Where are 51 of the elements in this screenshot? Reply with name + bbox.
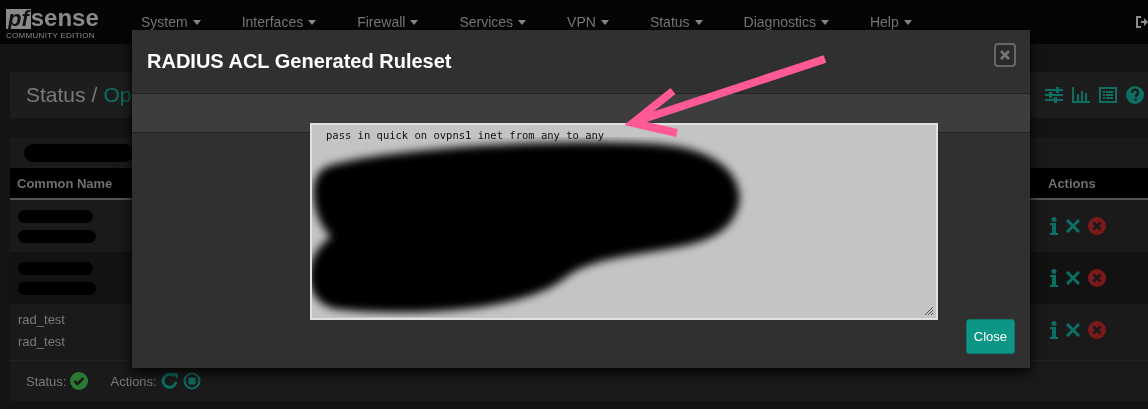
ruleset-text: pass in quick on ovpns1 inet from any to any bbox=[326, 129, 605, 141]
sliders-icon[interactable] bbox=[1045, 87, 1063, 103]
delete-icon[interactable] bbox=[1088, 217, 1106, 235]
logo-mark: pf bbox=[6, 8, 31, 29]
menu-item[interactable]: System bbox=[141, 14, 201, 30]
info-icon[interactable] bbox=[1050, 217, 1058, 235]
column-header: Actions bbox=[1048, 175, 1097, 191]
table-cell: rad_test bbox=[18, 311, 65, 327]
modal-title: RADIUS ACL Generated Ruleset bbox=[147, 50, 452, 73]
resize-grip-icon[interactable] bbox=[922, 304, 934, 316]
ruleset-textarea[interactable]: pass in quick on ovpns1 inet from any to any bbox=[310, 123, 938, 320]
check-icon bbox=[70, 372, 89, 390]
menu-item[interactable]: Services bbox=[459, 14, 527, 30]
close-button[interactable] bbox=[994, 42, 1016, 67]
menu-item[interactable]: Diagnostics bbox=[743, 14, 829, 30]
caret-icon bbox=[820, 19, 829, 25]
caret-icon bbox=[903, 19, 912, 25]
menu-item[interactable]: Help bbox=[869, 14, 912, 30]
breadcrumb-separator: / bbox=[91, 83, 98, 107]
logout-icon[interactable] bbox=[1136, 14, 1148, 30]
stop-icon[interactable] bbox=[182, 372, 201, 390]
caret-icon bbox=[308, 19, 317, 25]
delete-icon[interactable] bbox=[1088, 321, 1106, 339]
close-icon[interactable] bbox=[1066, 323, 1080, 337]
status-label: Status: bbox=[26, 373, 67, 389]
restart-icon[interactable] bbox=[160, 372, 179, 390]
help-icon[interactable] bbox=[1126, 86, 1144, 104]
bar-chart-icon[interactable] bbox=[1072, 87, 1090, 103]
edition-label: COMMUNITY EDITION bbox=[6, 30, 96, 40]
caret-icon bbox=[600, 19, 609, 25]
caret-icon bbox=[518, 19, 527, 25]
close-button[interactable]: Close bbox=[965, 319, 1015, 354]
close-icon[interactable] bbox=[1066, 271, 1080, 285]
info-icon[interactable] bbox=[1050, 321, 1058, 339]
caret-icon bbox=[410, 19, 419, 25]
caret-icon bbox=[694, 19, 703, 25]
delete-icon[interactable] bbox=[1088, 269, 1106, 287]
menu-item[interactable]: Interfaces bbox=[241, 14, 317, 30]
menu-item[interactable]: VPN bbox=[567, 14, 609, 30]
breadcrumb-current[interactable]: Op bbox=[103, 83, 132, 107]
actions-label: Actions: bbox=[110, 373, 157, 389]
menu-item[interactable]: Status bbox=[649, 14, 703, 30]
caret-icon bbox=[192, 19, 201, 25]
menu-item[interactable]: Firewall bbox=[357, 14, 419, 30]
breadcrumb-parent[interactable]: Status bbox=[26, 83, 86, 107]
close-icon bbox=[1000, 49, 1010, 60]
list-icon[interactable] bbox=[1099, 87, 1117, 103]
info-icon[interactable] bbox=[1050, 269, 1058, 287]
column-header: Common Name bbox=[17, 175, 113, 191]
table-cell: rad_test bbox=[18, 333, 65, 349]
close-icon[interactable] bbox=[1066, 219, 1080, 233]
